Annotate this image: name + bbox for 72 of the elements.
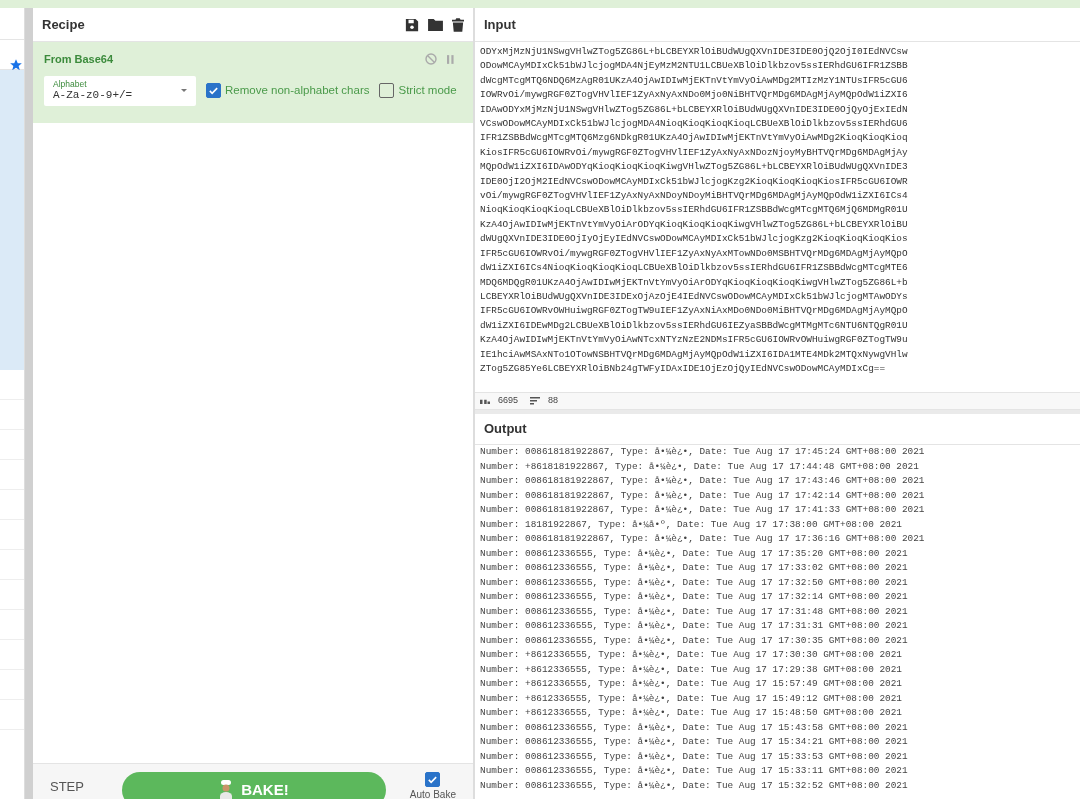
- output-line: Number: +8618181922867, Type: å•¼è¿•, Date: Tue Aug 17 17:44:48 GMT+08:00 2021: [480, 459, 920, 474]
- input-line: IFR5cGU6IOWRvOWHuiwgRGF0ZTogTW9uIEF1ZyAxNiAxMDo0NDo0MiBHTVQrMDg6MDAgMjAyMQpO: [480, 304, 909, 319]
- output-line: Number: 008612336555, Type: å•¼è¿•, Date: Tue Aug 17 15:32:52 GMT+08:00 2021: [480, 778, 909, 793]
- checkbox-label: Auto Bake: [409, 789, 456, 799]
- checkbox-label: Remove non-alphabet chars: [225, 82, 370, 98]
- checkbox[interactable]: [425, 772, 441, 787]
- panel-title: Input: [484, 15, 516, 34]
- output-line: Number: 008618181922867, Type: å•¼è¿•, Date: Tue Aug 17 17:36:16 GMT+08:00 2021: [480, 532, 926, 546]
- output-line: Number: 008612336555, Type: å•¼è¿•, Date: Tue Aug 17 15:34:21 GMT+08:00 2021: [480, 735, 909, 749]
- input-line: vOi/mywgRGF0ZTogVHVlIEF1ZyAxNyAxNDoyNDoyMiBHTVQrMDg6MDAgMjAyMQpOdW1iZXI6ICs4: [480, 189, 909, 204]
- operation-title: From Base64: [44, 52, 114, 67]
- folder-icon[interactable]: [428, 18, 443, 31]
- input-line: KiosIFR5cGU6IOWRvOi/mywgRGF0ZTogVHVlIEF1ZyAxNyAxNDozNjoyMyBHTVQrMDg6MDAgMjAy: [480, 145, 909, 160]
- panel-title: Output: [484, 420, 527, 439]
- output-line: Number: 008618181922867, Type: å•¼è¿•, Date: Tue Aug 17 17:41:33 GMT+08:00 2021: [480, 503, 926, 517]
- input-line: KzA4OjAwIDIwMjEKTnVtYmVyOiAwNTcxNTYzNzE2NDMsIFR5cGU6IOWRvOWHuiwgRGF0ZTogTW9u: [480, 333, 909, 348]
- input-line: IOWRvOi/mywgRGF0ZTogVHVlIEF1ZyAxNyAxNDo0Mjo0NiBHTVQrMDg6MDAgMjAyMQpOdW1iZXI6: [480, 88, 909, 103]
- output-line: Number: +8612336555, Type: å•¼è¿•, Date: Tue Aug 17 15:57:49 GMT+08:00 2021: [480, 677, 903, 691]
- output-line: Number: 008612336555, Type: å•¼è¿•, Date: Tue Aug 17 17:31:48 GMT+08:00 2021: [480, 604, 909, 619]
- line-count: 88: [548, 394, 559, 408]
- checkbox[interactable]: [379, 83, 395, 98]
- output-line: Number: 008612336555, Type: å•¼è¿•, Date: Tue Aug 17 17:32:50 GMT+08:00 2021: [480, 575, 909, 590]
- input-line: ZTog5ZG85Ye6LCBEYXRlOiBNb24gTWFyIDAxIDE1OjEzOjQyIEdNVCswODowMCAyMDIxCg==: [480, 361, 887, 376]
- check-icon: [208, 85, 219, 96]
- output-line: Number: 008612336555, Type: å•¼è¿•, Date: Tue Aug 17 17:35:20 GMT+08:00 2021: [480, 546, 909, 561]
- panel-title: Recipe: [42, 15, 85, 34]
- step-button[interactable]: STEP: [50, 777, 84, 797]
- output-line: Number: 008612336555, Type: å•¼è¿•, Date: Tue Aug 17 15:33:53 GMT+08:00 2021: [480, 749, 909, 764]
- input-line: IE1hciAwMSAxNTo1OTowNSBHTVQrMDg6MDAgMjAyMQpOdW1iZXI6IDA1MTE4MDk2MTQxNywgVHlw: [480, 347, 909, 362]
- output-line: Number: 008612336555, Type: å•¼è¿•, Date: Tue Aug 17 17:32:14 GMT+08:00 2021: [480, 590, 909, 604]
- checkbox[interactable]: [206, 83, 221, 98]
- output-line: Number: +8612336555, Type: å•¼è¿•, Date: Tue Aug 17 15:49:12 GMT+08:00 2021: [480, 691, 903, 706]
- input-line: VCswODowMCAyMDIxCk51bWJlcjogMDA4NioqKioqKioqKioqLCBUeXBlOiDlkbzov5ssIERhdGU6: [480, 117, 909, 132]
- input-line: LCBEYXRlOiBUdWUgQXVnIDE3IDExOjAzOjE4IEdNVCswODowMCAyMDIxCk51bWJlcjogMTAwODYs: [480, 289, 909, 304]
- scrollbar[interactable]: [25, 8, 33, 799]
- input-line: dWcgMTcgMTQ6NDQ6MzAgR01UKzA4OjAwIDIwMjEKTnVtYmVyOiAwMDg2MTIzMzY1NTUsIFR5cGU6: [480, 73, 909, 88]
- trash-icon[interactable]: [452, 17, 464, 32]
- output-line: Number: 008618181922867, Type: å•¼è¿•, Date: Tue Aug 17 17:45:24 GMT+08:00 2021: [480, 445, 926, 459]
- input-line: MQpOdW1iZXI6IDAwODYqKioqKioqKioqKiwgVHlwZTog5ZG86L+bLCBEYXRlOiBUdWUgQXVnIDE3: [480, 160, 909, 175]
- input-line: NioqKioqKioqKioqLCBUeXBlOiDlkbzov5ssIERhdGU6IFR1ZSBBdWcgMTcgMTQ6MjQ6MDMgR01U: [480, 203, 909, 218]
- output-line: Number: +8612336555, Type: å•¼è¿•, Date: Tue Aug 17 17:30:30 GMT+08:00 2021: [480, 648, 903, 662]
- save-icon[interactable]: [405, 17, 419, 32]
- text-length-icon: [480, 398, 490, 404]
- output-line: Number: 008612336555, Type: å•¼è¿•, Date: Tue Aug 17 17:31:31 GMT+08:00 2021: [480, 619, 909, 633]
- output-line: Number: +8612336555, Type: å•¼è¿•, Date: Tue Aug 17 17:29:38 GMT+08:00 2021: [480, 662, 903, 677]
- caret-icon: [181, 88, 187, 92]
- alphabet-dropdown[interactable]: Alphabet A-Za-z0-9+/=: [44, 75, 196, 106]
- output-line: Number: 18181922867, Type: å•¼å•º, Date: Tue Aug 17 17:38:00 GMT+08:00 2021: [480, 517, 903, 532]
- lines-icon: [530, 397, 541, 405]
- input-line: dW1iZXI6ICs4NioqKioqKioqKioqLCBUeXBlOiDlkbzov5ssIERhdGU6IFR1ZSBBdWcgMTcgMTE6: [480, 261, 909, 276]
- output-line: Number: 008612336555, Type: å•¼è¿•, Date: Tue Aug 17 15:33:11 GMT+08:00 2021: [480, 764, 909, 778]
- output-line: Number: 008612336555, Type: å•¼è¿•, Date: Tue Aug 17 15:43:58 GMT+08:00 2021: [480, 720, 909, 735]
- input-line: IFR5cGU6IOWRvOi/mywgRGF0ZTogVHVlIEF1ZyAxNyAxMTowNDo0MSBHTVQrMDg6MDAgMjAyMQpO: [480, 246, 909, 261]
- output-line: Number: 008612336555, Type: å•¼è¿•, Date: Tue Aug 17 17:33:02 GMT+08:00 2021: [480, 561, 909, 575]
- input-line: dWUgQXVnIDE3IDE0OjIyOjEyIEdNVCswODowMCAyMDIxCk51bWJlcjogKzg2KioqKioqKioqKios: [480, 232, 909, 247]
- input-line: ODYxMjMzNjU1NSwgVHlwZTog5ZG86L+bLCBEYXRlOiBUdWUgQXVnIDE3IDE0OjQ2OjI0IEdNVCsw: [480, 45, 909, 59]
- check-icon: [427, 774, 439, 785]
- input-line: IDAwODYxMjMzNjU1NSwgVHlwZTog5ZG86L+bLCBEYXRlOiBUdWUgQXVnIDE3IDE0OjQyOjExIEdN: [480, 102, 909, 117]
- output-line: Number: 008612336555, Type: å•¼è¿•, Date: Tue Aug 17 17:30:35 GMT+08:00 2021: [480, 633, 909, 648]
- chef-icon: [219, 780, 234, 799]
- input-line: IFR1ZSBBdWcgMTcgMTQ6Mzg6NDkgR01UKzA4OjAwIDIwMjEKTnVtYmVyOiAwMDg2KioqKioqKioq: [480, 131, 909, 146]
- output-line: Number: 008618181922867, Type: å•¼è¿•, Date: Tue Aug 17 17:43:46 GMT+08:00 2021: [480, 474, 926, 488]
- star-icon[interactable]: [9, 57, 23, 72]
- input-line: dW1iZXI6IDEwMDg2LCBUeXBlOiDlkbzov5ssIERhdGU6IEZyaSBBdWcgMTMgMTc6NTU6NTQgR01U: [480, 318, 909, 333]
- input-line: MDQ6MDQgR01UKzA4OjAwIDIwMjEKTnVtYmVyOiArODYqKioqKioqKioqKiwgVHlwZTog5ZG86L+b: [480, 275, 909, 290]
- input-line: IDE0OjI2OjM2IEdNVCswODowMCAyMDIxCk51bWJlcjogKzg2KioqKioqKioqKiosIFR5cGU6IOWR: [480, 174, 909, 189]
- output-line: Number: 008618181922867, Type: å•¼è¿•, Date: Tue Aug 17 17:42:14 GMT+08:00 2021: [480, 488, 926, 503]
- checkbox-label: Strict mode: [398, 82, 457, 98]
- length-count: 6695: [498, 394, 519, 408]
- input-line: KzA4OjAwIDIwMjEKTnVtYmVyOiArODYqKioqKioqKioqKiwgVHlwZTog5ZG86L+bLCBEYXRlOiBU: [480, 217, 909, 232]
- output-line: Number: +8612336555, Type: å•¼è¿•, Date: Tue Aug 17 15:48:50 GMT+08:00 2021: [480, 706, 903, 720]
- input-line: ODowMCAyMDIxCk51bWJlcjogMDA4NjEyMzM2NTU1LCBUeXBlOiDlkbzov5ssIERhdGU6IFR1ZSBB: [480, 59, 909, 74]
